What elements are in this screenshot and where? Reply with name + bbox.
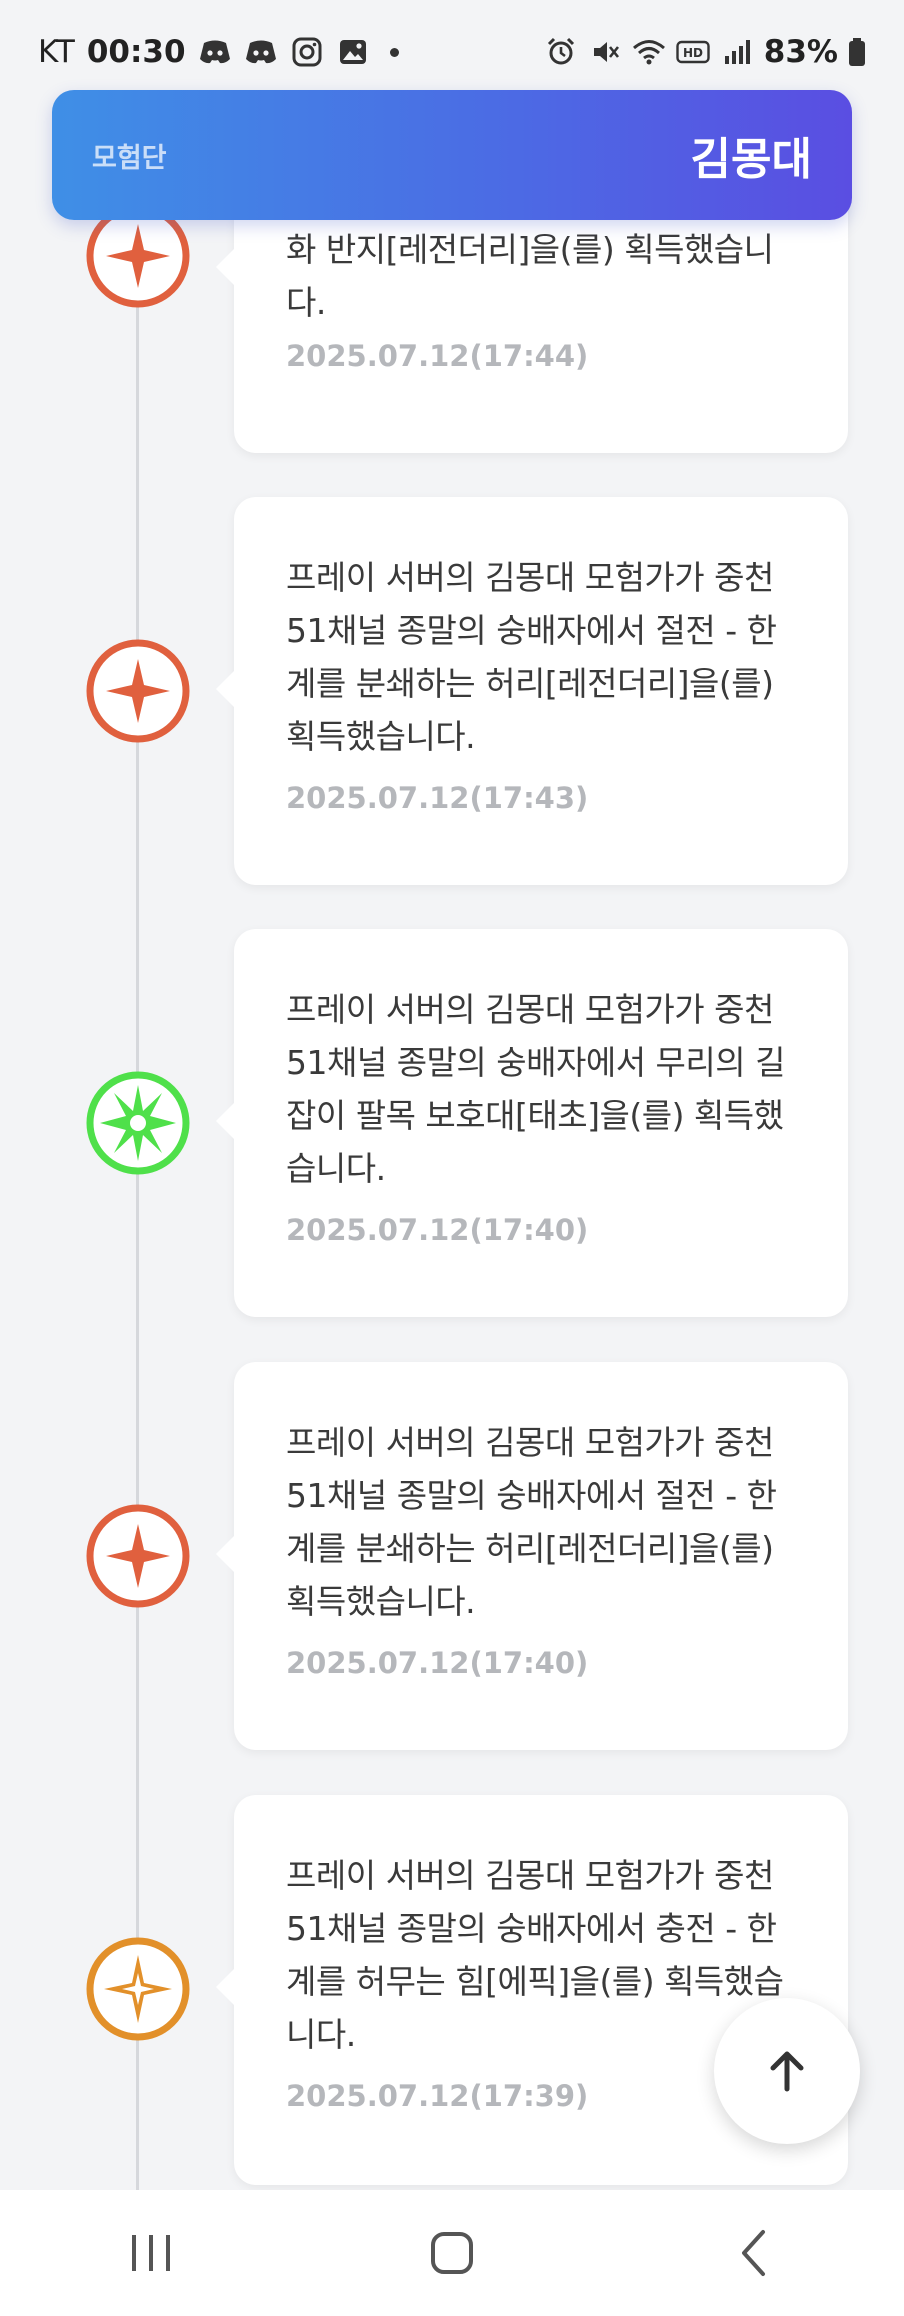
feed-message: 화 반지[레전더리]을(를) 획득했습니 다. <box>286 230 774 322</box>
recents-button[interactable] <box>91 2213 211 2293</box>
feed-message: 프레이 서버의 김몽대 모험가가 중천 51채널 종말의 숭배자에서 절전 - … <box>286 558 777 756</box>
feed-card: 프레이 서버의 김몽대 모험가가 중천 51채널 종말의 숭배자에서 무리의 길… <box>216 929 848 1317</box>
svg-text:HD: HD <box>683 46 703 60</box>
epic-rarity-icon <box>84 1935 192 2043</box>
notification-dot <box>389 47 399 57</box>
timeline-line <box>136 220 139 2190</box>
signal-icon <box>720 35 754 69</box>
clock: 00:30 <box>86 34 186 70</box>
status-right: HD 83% <box>544 34 866 70</box>
legendary-rarity-icon <box>84 637 192 745</box>
back-icon <box>739 2229 767 2277</box>
system-nav-bar <box>0 2190 904 2316</box>
instagram-icon <box>290 35 324 69</box>
arrow-up-icon <box>767 2049 807 2093</box>
alarm-icon <box>544 35 578 69</box>
home-button[interactable] <box>392 2213 512 2293</box>
gallery-icon <box>336 35 370 69</box>
feed-message: 프레이 서버의 김몽대 모험가가 중천 51채널 종말의 숭배자에서 충전 - … <box>286 1856 784 2054</box>
feed-timestamp: 2025.07.12(17:40) <box>286 1213 589 1247</box>
mute-icon <box>588 35 622 69</box>
feed-card: 화 반지[레전더리]을(를) 획득했습니 다. 2025.07.12(17:44… <box>216 185 848 453</box>
battery-icon <box>848 35 866 69</box>
feed-timestamp: 2025.07.12(17:43) <box>286 781 589 815</box>
feed-timestamp: 2025.07.12(17:44) <box>286 339 589 373</box>
status-left: KT 00:30 <box>38 34 399 70</box>
app-header: 모험단 김몽대 <box>52 90 852 220</box>
feed-card: 프레이 서버의 김몽대 모험가가 중천 51채널 종말의 숭배자에서 절전 - … <box>216 497 848 885</box>
back-button[interactable] <box>693 2213 813 2293</box>
status-bar: KT 00:30 HD 83% <box>0 0 904 104</box>
legendary-rarity-icon <box>84 1502 192 1610</box>
header-title: 김몽대 <box>690 134 812 185</box>
carrier-label: KT <box>38 34 75 70</box>
feed-timestamp: 2025.07.12(17:40) <box>286 1646 589 1680</box>
discord-icon <box>244 35 278 69</box>
header-subtitle[interactable]: 모험단 <box>92 136 167 175</box>
discord-icon <box>198 35 232 69</box>
feed-message: 프레이 서버의 김몽대 모험가가 중천 51채널 종말의 숭배자에서 무리의 길… <box>286 990 786 1188</box>
feed-message: 프레이 서버의 김몽대 모험가가 중천 51채널 종말의 숭배자에서 절전 - … <box>286 1423 777 1621</box>
wifi-icon <box>632 35 666 69</box>
scroll-to-top-button[interactable] <box>714 1998 860 2144</box>
hd-voice-icon: HD <box>676 35 710 69</box>
feed-card: 프레이 서버의 김몽대 모험가가 중천 51채널 종말의 숭배자에서 절전 - … <box>216 1362 848 1750</box>
home-icon <box>430 2231 474 2275</box>
recents-icon <box>128 2233 174 2273</box>
primeval-rarity-icon <box>84 1069 192 1177</box>
battery-percent: 83% <box>763 34 838 70</box>
